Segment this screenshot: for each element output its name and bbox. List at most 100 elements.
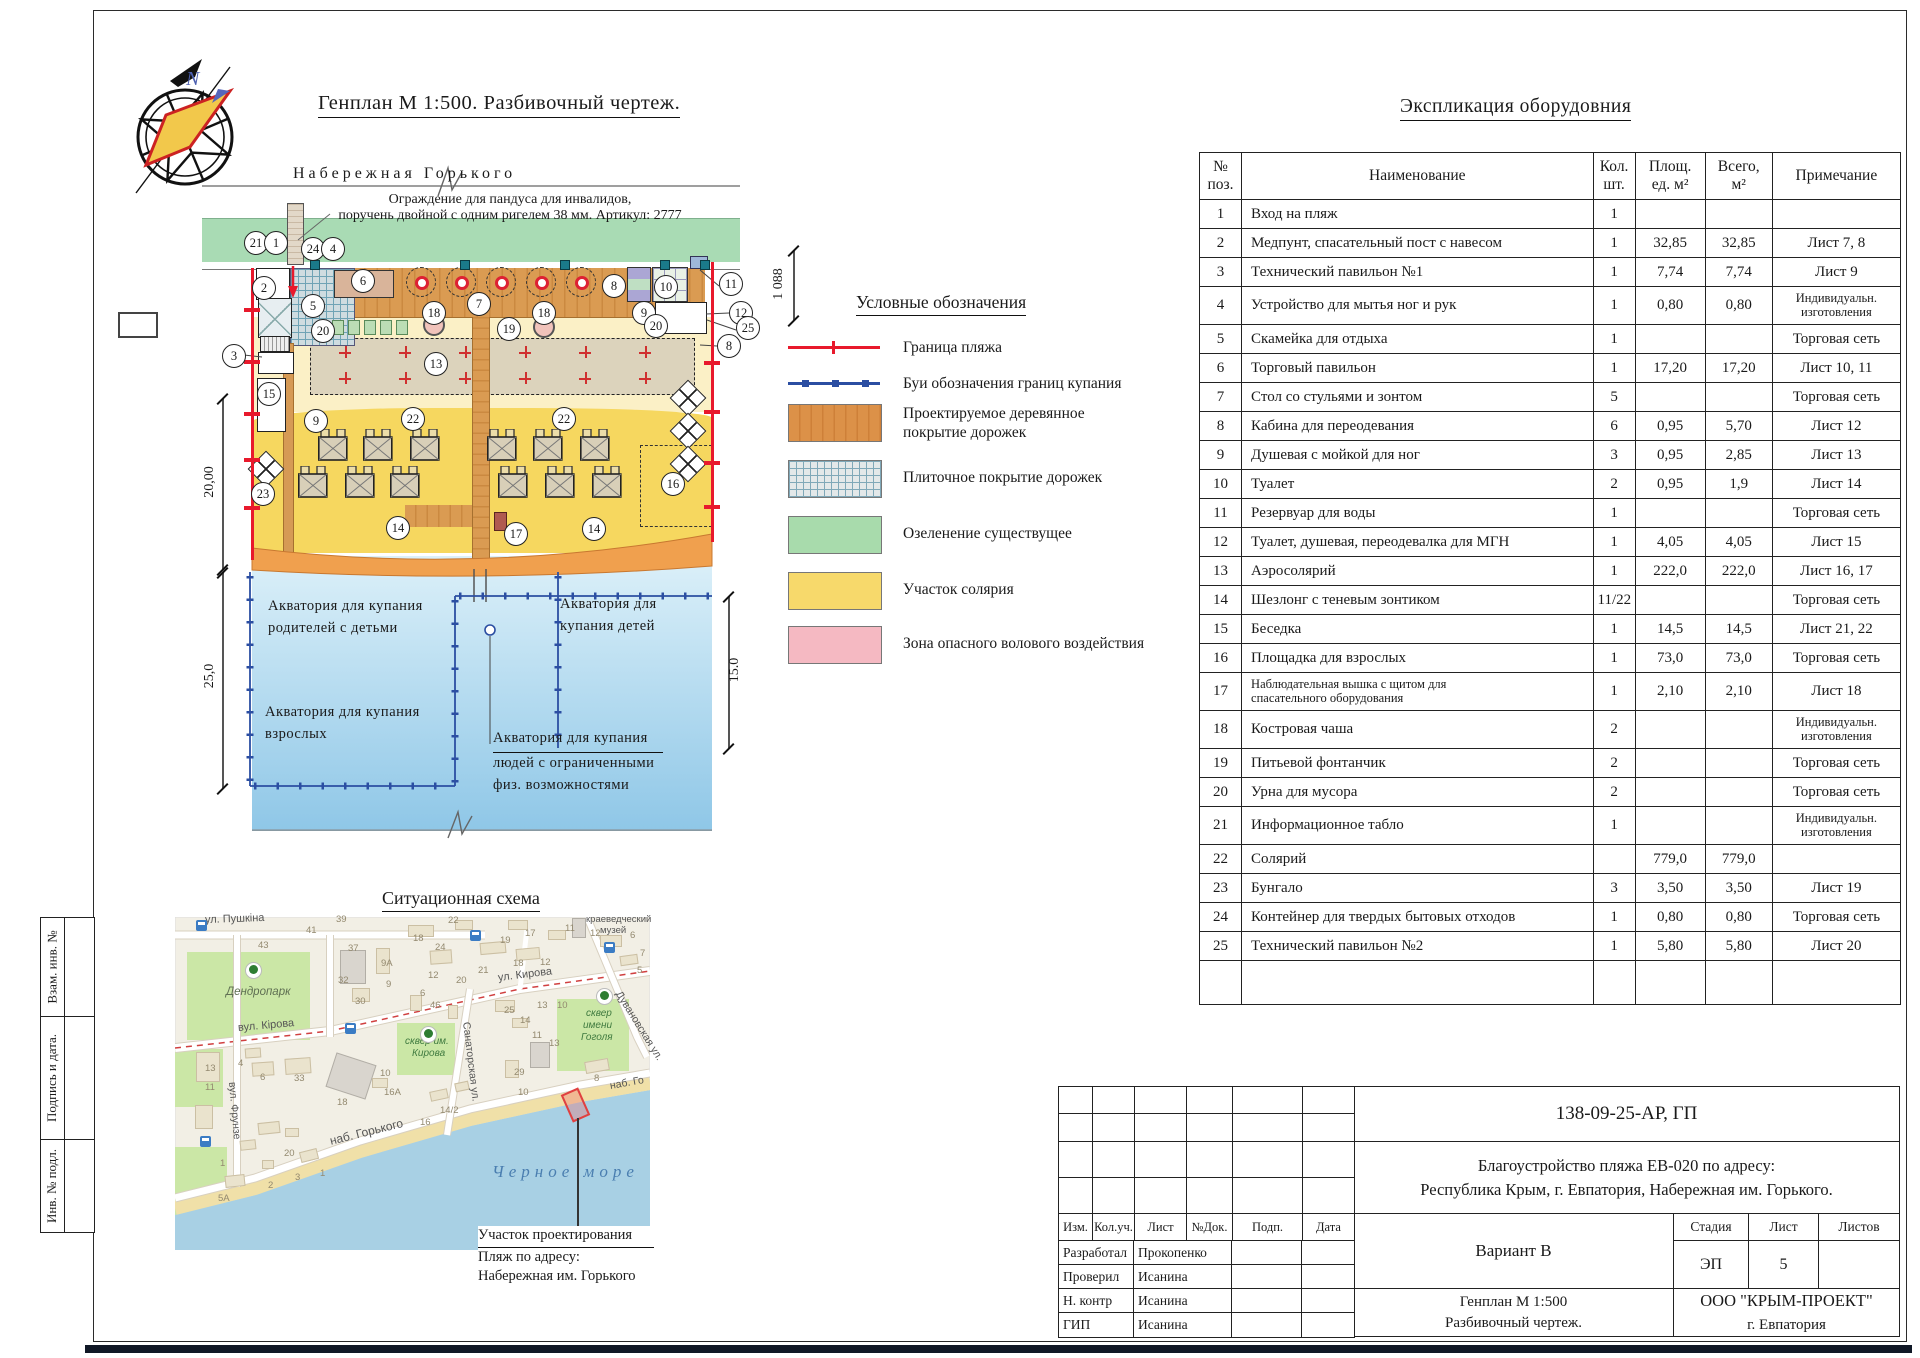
exp-cell: Костровая чаша bbox=[1242, 711, 1594, 749]
exp-cell: 1 bbox=[1593, 200, 1635, 229]
exp-cell: 3,50 bbox=[1705, 874, 1772, 903]
stamp-person-cell bbox=[1301, 1240, 1355, 1265]
rev-blank-cell bbox=[1092, 1141, 1135, 1178]
layout-cross-v bbox=[345, 372, 347, 384]
bus-stop-icon bbox=[345, 1023, 356, 1034]
rev-blank-cell bbox=[1058, 1141, 1093, 1178]
zone-mgn-label: Акватория для купания людей с ограниченн… bbox=[493, 728, 663, 796]
rev-blank-cell bbox=[1186, 1141, 1233, 1178]
umbrella-center bbox=[415, 276, 429, 290]
zone-line: физ. возможностями bbox=[493, 775, 663, 797]
exp-cell: Резервуар для воды bbox=[1242, 499, 1594, 528]
exp-cell: 24 bbox=[1200, 903, 1242, 932]
exp-cell: 2 bbox=[1200, 229, 1242, 258]
sunlounger-glyph bbox=[533, 429, 563, 461]
table-row: 10Туалет20,951,9Лист 14 bbox=[1200, 470, 1901, 499]
item-balloon: 4 bbox=[321, 237, 345, 261]
callout-text: Ограждение для пандуса для инвалидов, по… bbox=[330, 192, 690, 224]
legend-label: Участок солярия bbox=[903, 580, 1014, 599]
map-house-number: 6 bbox=[420, 988, 425, 999]
map-building bbox=[548, 930, 566, 940]
exp-cell: 1 bbox=[1593, 807, 1635, 845]
exp-cell: 14 bbox=[1200, 586, 1242, 615]
exp-cell: 14,5 bbox=[1635, 615, 1705, 644]
rev-header-cell: Кол.уч. bbox=[1092, 1213, 1135, 1241]
exp-cell bbox=[1705, 711, 1772, 749]
stamp-person-cell bbox=[1301, 1288, 1355, 1313]
exp-cell: 0,95 bbox=[1635, 470, 1705, 499]
exp-cell: Технический павильон №1 bbox=[1242, 258, 1594, 287]
item-balloon: 18 bbox=[532, 301, 556, 325]
stamp-person-cell bbox=[1231, 1264, 1303, 1289]
map-house-number: 10 bbox=[380, 1068, 391, 1079]
item-balloon: 3 bbox=[222, 344, 246, 368]
exp-cell bbox=[1635, 383, 1705, 412]
exp-cell: Лист 9 bbox=[1772, 258, 1900, 287]
item-balloon: 23 bbox=[251, 482, 275, 506]
exp-cell bbox=[1705, 499, 1772, 528]
map-house-number: 11 bbox=[205, 1082, 215, 1093]
legend-swatch-red-line bbox=[788, 346, 880, 349]
exp-cell: 2 bbox=[1593, 749, 1635, 778]
exp-cell: 779,0 bbox=[1635, 845, 1705, 874]
exp-header: Всего, м² bbox=[1705, 153, 1772, 200]
exp-cell: 2,10 bbox=[1705, 673, 1772, 711]
rev-header-cell: Изм. bbox=[1058, 1213, 1093, 1241]
bus-window bbox=[198, 922, 205, 925]
legend-buoy-dot bbox=[862, 380, 869, 387]
exp-cell: 8 bbox=[1200, 412, 1242, 441]
layout-cross-v bbox=[585, 372, 587, 384]
map-building bbox=[224, 1174, 245, 1188]
project-name-cell: Благоустройство пляжа ЕВ-020 по адресу:Р… bbox=[1353, 1141, 1900, 1214]
bus-stop-icon bbox=[196, 920, 207, 931]
greenery-box-icon bbox=[380, 320, 392, 335]
rev-blank-cell bbox=[1232, 1141, 1303, 1178]
exp-cell: 222,0 bbox=[1705, 557, 1772, 586]
umbrella-center bbox=[575, 276, 589, 290]
sunlounger-glyph bbox=[592, 466, 622, 498]
rev-blank-cell bbox=[1134, 1141, 1187, 1178]
legend-label: Озеленение существущее bbox=[903, 524, 1072, 543]
dim-line-1088 bbox=[793, 250, 795, 320]
exp-cell bbox=[1772, 845, 1900, 874]
stamp-person-cell bbox=[1231, 1312, 1303, 1338]
sunlounger-icon bbox=[487, 429, 517, 461]
table-row: 18Костровая чаша2Индивидуальн. изготовле… bbox=[1200, 711, 1901, 749]
item-balloon: 15 bbox=[257, 382, 281, 406]
legend-swatch-pink bbox=[788, 626, 882, 664]
park-tree-icon bbox=[420, 1026, 437, 1043]
pavilion-3-building bbox=[258, 352, 294, 374]
legend-swatch-yellow bbox=[788, 572, 882, 610]
street-label: Набережная Горького bbox=[293, 165, 516, 183]
exp-cell: 1 bbox=[1593, 287, 1635, 325]
layout-cross-v bbox=[525, 372, 527, 384]
sunlounger-glyph bbox=[318, 429, 348, 461]
exp-cell: 20 bbox=[1200, 778, 1242, 807]
map-house-number: 25 bbox=[504, 1005, 515, 1016]
boundary-tick bbox=[244, 506, 260, 510]
drawing-name-cell: Генплан М 1:500Разбивочный чертеж. bbox=[1353, 1288, 1674, 1337]
exp-cell bbox=[1772, 200, 1900, 229]
exp-cell: 3,50 bbox=[1635, 874, 1705, 903]
item-balloon: 7 bbox=[467, 292, 491, 316]
rev-header-cell: Дата bbox=[1302, 1213, 1355, 1241]
table-row: 25Технический павильон №215,805,80Лист 2… bbox=[1200, 932, 1901, 961]
exp-cell: 1 bbox=[1593, 354, 1635, 383]
exp-cell: 2,85 bbox=[1705, 441, 1772, 470]
stage-header: Стадия bbox=[1673, 1213, 1749, 1241]
beach-boundary-right bbox=[711, 262, 714, 542]
map-street-label: Гоголя bbox=[581, 1032, 613, 1043]
sunlounger-glyph bbox=[487, 429, 517, 461]
side-box-empty bbox=[64, 1139, 95, 1233]
item-balloon: 20 bbox=[644, 314, 668, 338]
sheet-bottom-bar bbox=[85, 1345, 1912, 1353]
sunlounger-glyph bbox=[363, 429, 393, 461]
exp-cell bbox=[1635, 325, 1705, 354]
title-block: 138-09-25-АР, ГП Благоустройство пляжа Е… bbox=[1058, 1086, 1900, 1337]
umbrella-center bbox=[535, 276, 549, 290]
exp-cell: Технический павильон №2 bbox=[1242, 932, 1594, 961]
exp-cell: Шезлонг с теневым зонтиком bbox=[1242, 586, 1594, 615]
exp-cell bbox=[1635, 200, 1705, 229]
exp-cell bbox=[1705, 325, 1772, 354]
stamp-person-cell: Исанина bbox=[1133, 1264, 1233, 1289]
